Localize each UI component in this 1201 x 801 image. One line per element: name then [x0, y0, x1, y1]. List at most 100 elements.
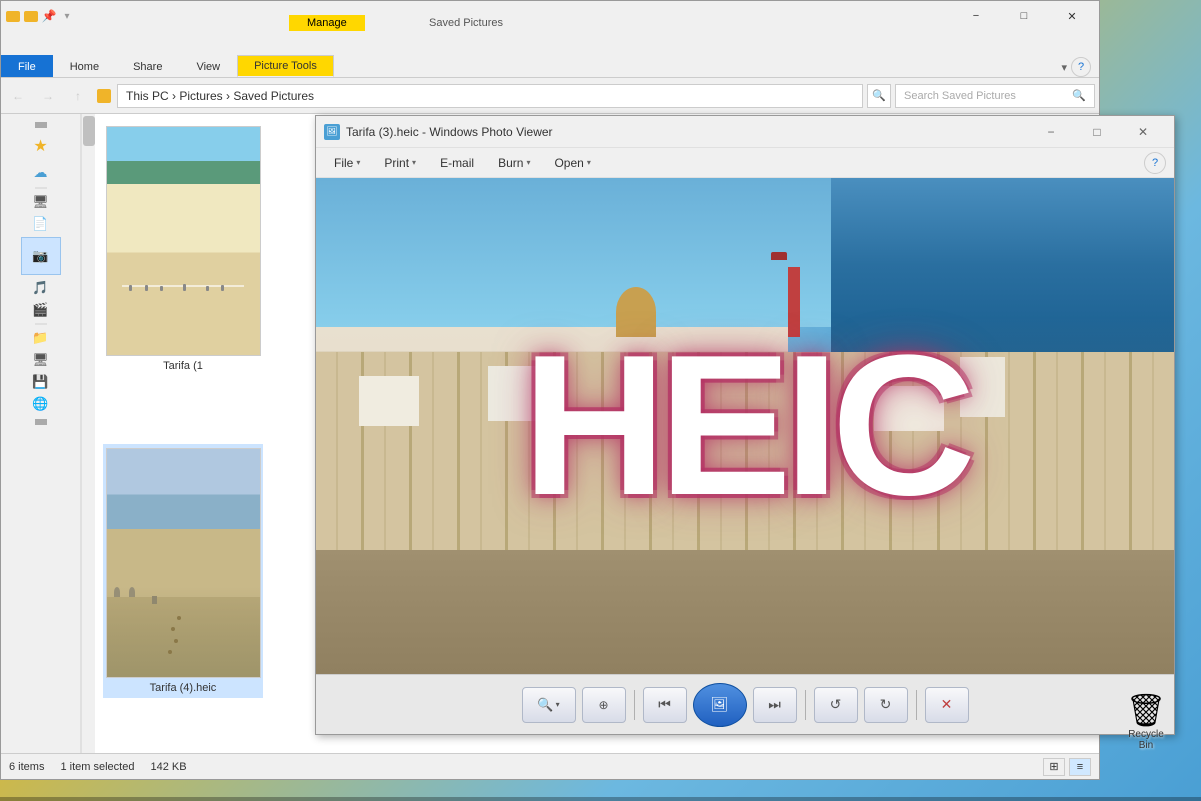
search-box[interactable]: Search Saved Pictures 🔍 [895, 84, 1095, 108]
sidebar-scroll-down[interactable] [35, 419, 47, 425]
recycle-bin[interactable]: 🗑 Recycle Bin [1121, 691, 1171, 751]
pv-menu-open[interactable]: Open ▾ [544, 152, 600, 174]
address-path[interactable]: This PC › Pictures › Saved Pictures [117, 84, 863, 108]
file-item-tarifa1[interactable]: Tarifa (1 [103, 122, 263, 376]
sidebar-item-pc[interactable]: 🖥 [1, 352, 80, 368]
sidebar-item-videos[interactable]: 🎬 [1, 302, 80, 318]
view-toggle-buttons: ⊞ ≡ [1043, 758, 1091, 776]
controls-separator-1 [634, 690, 635, 720]
zoom-button[interactable]: 🔍 ▾ [522, 687, 576, 723]
tab-file[interactable]: File [1, 55, 53, 77]
sidebar-scroll-up[interactable] [35, 122, 47, 128]
file-label-tarifa1: Tarifa (1 [163, 360, 203, 372]
sidebar-scrollbar-thumb[interactable] [83, 116, 95, 146]
pv-menu-burn[interactable]: Burn ▾ [488, 152, 540, 174]
pv-menu-file[interactable]: File ▾ [324, 152, 370, 174]
pv-controls: 🔍 ▾ ⊕ ⏮ 🖼 ⏭ ↺ ↻ [316, 674, 1174, 734]
folder-qa-icon-2[interactable] [23, 8, 39, 24]
previous-button[interactable]: ⏮ [643, 687, 687, 723]
search-placeholder: Search Saved Pictures [904, 90, 1016, 102]
rotate-cw-icon: ↻ [880, 696, 892, 713]
city-photo: HEIC [316, 178, 1174, 674]
back-button[interactable]: ← [5, 83, 31, 109]
controls-separator-3 [916, 690, 917, 720]
ribbon-tabs: File Home Share View Picture Tools ▾ ? [1, 51, 1099, 77]
explorer-close-button[interactable]: ✕ [1049, 1, 1095, 31]
tab-picture-tools[interactable]: Picture Tools [237, 55, 334, 77]
file-item-tarifa4[interactable]: Tarifa (4).heic [103, 444, 263, 698]
open-menu-arrow: ▾ [587, 158, 591, 167]
sidebar-item-pictures-selected[interactable]: 📷 [21, 237, 61, 275]
pv-toolbar: File ▾ Print ▾ E-mail Burn ▾ Open ▾ ? [316, 148, 1174, 178]
next-button[interactable]: ⏭ [753, 687, 797, 723]
forward-button[interactable]: → [35, 83, 61, 109]
large-icons-view-btn[interactable]: ⊞ [1043, 758, 1065, 776]
recycle-bin-icon: 🗑 [1126, 691, 1167, 729]
help-button[interactable]: ? [1071, 57, 1091, 77]
folder-address-icon [97, 89, 111, 103]
pv-help-button[interactable]: ? [1144, 152, 1166, 174]
pv-minimize-button[interactable]: − [1028, 116, 1074, 148]
taskbar-hint [0, 797, 1201, 801]
zoom-dropdown-arrow: ▾ [556, 700, 560, 709]
sidebar-item-drive[interactable]: 💾 [1, 374, 80, 390]
manage-tab-label[interactable]: Manage [289, 15, 365, 31]
status-bar: 6 items 1 item selected 142 KB ⊞ ≡ [1, 753, 1099, 779]
slideshow-icon: 🖼 [711, 696, 729, 713]
rotate-cw-button[interactable]: ↻ [864, 687, 908, 723]
sidebar-item-network[interactable]: 🌐 [1, 396, 80, 412]
delete-icon: ✕ [941, 696, 953, 713]
controls-separator-2 [805, 690, 806, 720]
sidebar-item-folder[interactable]: 📁 [1, 330, 80, 346]
explorer-maximize-button[interactable]: □ [1001, 1, 1047, 31]
rotate-ccw-icon: ↺ [830, 696, 842, 713]
pv-menu-print[interactable]: Print ▾ [374, 152, 426, 174]
fit-icon: ⊕ [598, 698, 608, 712]
collapse-ribbon-btn[interactable]: ▾ [1061, 61, 1067, 74]
ribbon-area: 📌 ▾ − □ ✕ Manage Saved Pictures File Hom… [1, 1, 1099, 78]
sidebar-item-cloud[interactable]: ☁ [1, 164, 80, 181]
sidebar-divider-2 [35, 323, 47, 325]
pin-qa-icon[interactable]: 📌 [41, 8, 57, 24]
pv-title-text: Tarifa (3).heic - Windows Photo Viewer [346, 125, 1028, 139]
sidebar-scrollbar[interactable] [81, 114, 95, 753]
fit-to-window-button[interactable]: ⊕ [582, 687, 626, 723]
up-button[interactable]: ↑ [65, 83, 91, 109]
sidebar-item-desktop[interactable]: 🖥 [1, 194, 80, 210]
sidebar-item-music[interactable]: 🎵 [1, 280, 80, 296]
folder-qa-icon-1[interactable] [5, 8, 21, 24]
view-slideshow-button[interactable]: 🖼 [693, 683, 747, 727]
sidebar-item-star[interactable]: ★ [1, 136, 80, 156]
pv-menu-email[interactable]: E-mail [430, 152, 484, 174]
quick-access-icons: 📌 ▾ [5, 8, 75, 24]
prev-icon: ⏮ [658, 696, 671, 713]
search-icon-btn[interactable]: 🔍 [867, 84, 891, 108]
recycle-bin-label: Recycle Bin [1121, 729, 1171, 751]
details-view-btn[interactable]: ≡ [1069, 758, 1091, 776]
delete-button[interactable]: ✕ [925, 687, 969, 723]
sidebar-item-docs[interactable]: 📄 [1, 216, 80, 232]
sidebar-divider-1 [35, 187, 47, 189]
tab-home[interactable]: Home [53, 55, 116, 77]
photo-viewer-window: 🖼 Tarifa (3).heic - Windows Photo Viewer… [315, 115, 1175, 735]
tab-view[interactable]: View [179, 55, 237, 77]
zoom-icon: 🔍 [537, 697, 553, 713]
explorer-minimize-button[interactable]: − [953, 1, 999, 31]
file-thumbnail-beach [106, 126, 261, 356]
pv-window-controls: − □ ✕ [1028, 116, 1166, 148]
pv-maximize-button[interactable]: □ [1074, 116, 1120, 148]
file-menu-arrow: ▾ [356, 158, 360, 167]
print-menu-arrow: ▾ [412, 158, 416, 167]
quick-access-dropdown[interactable]: ▾ [59, 8, 75, 24]
pv-app-icon: 🖼 [324, 124, 340, 140]
pv-close-button[interactable]: ✕ [1120, 116, 1166, 148]
selected-info: 1 item selected [60, 761, 134, 773]
address-bar: ← → ↑ This PC › Pictures › Saved Picture… [1, 78, 1099, 114]
city-background [316, 178, 1174, 674]
tab-share[interactable]: Share [116, 55, 179, 77]
rotate-ccw-button[interactable]: ↺ [814, 687, 858, 723]
selected-size: 142 KB [150, 761, 186, 773]
items-count: 6 items [9, 761, 44, 773]
saved-pictures-label: Saved Pictures [421, 15, 511, 31]
file-label-tarifa4: Tarifa (4).heic [150, 682, 217, 694]
